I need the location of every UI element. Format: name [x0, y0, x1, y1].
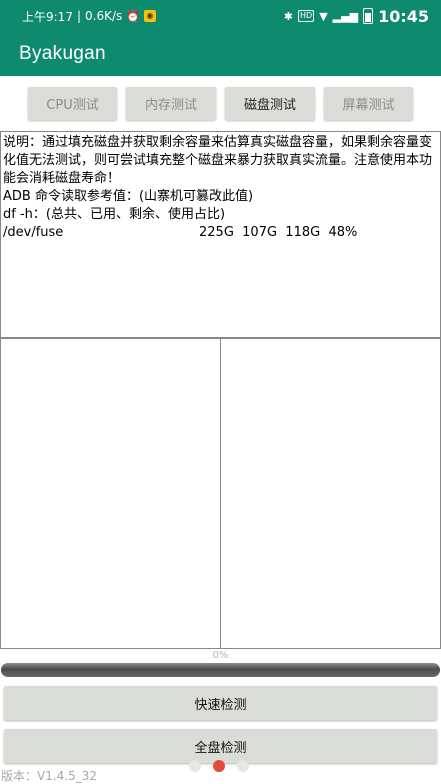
- progress-label: 0%: [212, 650, 229, 661]
- battery-icon: [363, 8, 374, 24]
- fuse-device: /dev/fuse: [3, 225, 64, 240]
- disk-info-panel: 说明：通过填充磁盘并获取剩余容量来估算真实磁盘容量，如果剩余容量变化值无法测试，…: [0, 131, 441, 338]
- page-dot[interactable]: [189, 760, 201, 772]
- tab-cpu-test[interactable]: CPU测试: [28, 87, 117, 120]
- page-dot[interactable]: [237, 760, 249, 772]
- status-bar: 上午9:17 | 0.6K/s ⏰ ◉ ✱ HD ▼ ▂▄▆ 10:45: [0, 0, 441, 32]
- wifi-icon: ▼: [319, 9, 328, 23]
- alarm-icon: ⏰: [126, 9, 140, 23]
- page-indicator: [189, 760, 249, 772]
- wechat-icon: ◉: [143, 10, 156, 22]
- hd-icon: HD: [298, 10, 315, 22]
- progress-bar: [1, 663, 440, 677]
- fuse-values: 225G 107G 118G 48%: [199, 225, 358, 240]
- adb-hint-text: ADB 命令读取参考值：(山寨机可篡改此值): [3, 189, 254, 204]
- description-text: 说明：通过填充磁盘并获取剩余容量来估算真实磁盘容量，如果剩余容量变化值无法测试，…: [3, 135, 433, 186]
- bluetooth-icon: ✱: [283, 9, 294, 23]
- df-hint-text: df -h：(总共、已用、剩余、使用占比): [3, 207, 226, 222]
- page-dot[interactable]: [213, 760, 225, 772]
- fuse-row: /dev/fuse 225G 107G 118G 48%: [3, 224, 438, 242]
- version-label: 版本：V1.4.5_32: [1, 769, 98, 783]
- chart-panel-right: [220, 338, 441, 649]
- test-tabs: CPU测试 内存测试 磁盘测试 屏幕测试: [0, 87, 441, 121]
- status-time-prefix: 上午9:17: [22, 9, 73, 24]
- quick-check-button[interactable]: 快速检测: [4, 686, 437, 720]
- signal-icon: ▂▄▆: [332, 9, 359, 23]
- tab-screen-test[interactable]: 屏幕测试: [324, 87, 413, 120]
- app-title: Byakugan: [19, 43, 106, 64]
- app-bar: Byakugan: [0, 32, 441, 76]
- tab-disk-test[interactable]: 磁盘测试: [225, 87, 315, 120]
- network-speed: 0.6K/s: [85, 9, 123, 23]
- status-clock: 10:45: [378, 6, 429, 26]
- chart-panel-left: [0, 338, 221, 649]
- tab-memory-test[interactable]: 内存测试: [126, 87, 216, 120]
- full-disk-check-button[interactable]: 全盘检测: [4, 729, 437, 763]
